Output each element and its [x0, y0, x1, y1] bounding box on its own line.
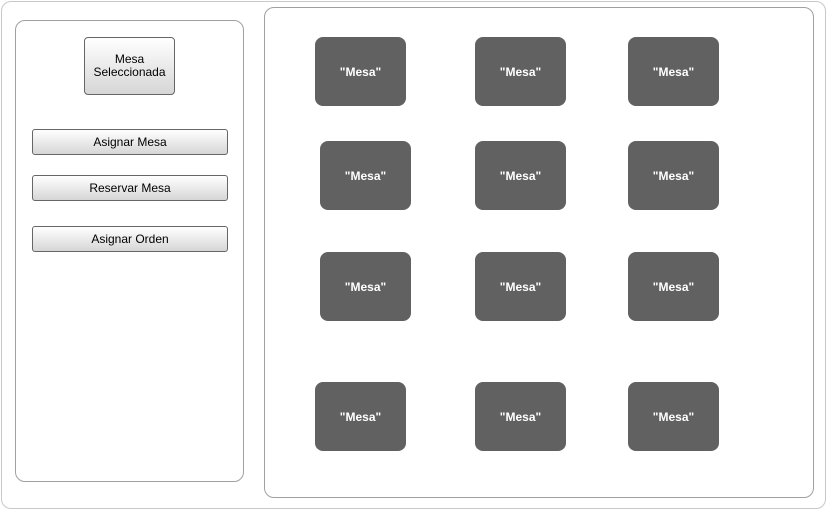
table-tile-label: "Mesa"	[499, 279, 542, 294]
assign-table-button-label: Asignar Mesa	[93, 135, 167, 149]
table-tile-label: "Mesa"	[344, 279, 387, 294]
table-tile-label: "Mesa"	[652, 64, 695, 79]
assign-table-button[interactable]: Asignar Mesa	[32, 129, 228, 155]
table-tile[interactable]: "Mesa"	[628, 37, 719, 106]
table-tile-label: "Mesa"	[499, 168, 542, 183]
reserve-table-button[interactable]: Reservar Mesa	[32, 175, 228, 201]
table-tile[interactable]: "Mesa"	[315, 37, 406, 106]
table-tile[interactable]: "Mesa"	[475, 382, 566, 451]
table-tile-label: "Mesa"	[652, 279, 695, 294]
table-tile-label: "Mesa"	[339, 409, 382, 424]
table-tile[interactable]: "Mesa"	[628, 382, 719, 451]
table-tile-label: "Mesa"	[652, 168, 695, 183]
table-tile-label: "Mesa"	[344, 168, 387, 183]
table-tile[interactable]: "Mesa"	[628, 141, 719, 210]
table-tile-label: "Mesa"	[499, 64, 542, 79]
reserve-table-button-label: Reservar Mesa	[89, 181, 171, 195]
table-tile[interactable]: "Mesa"	[320, 141, 411, 210]
table-tile-label: "Mesa"	[339, 64, 382, 79]
table-tile[interactable]: "Mesa"	[475, 141, 566, 210]
table-tile[interactable]: "Mesa"	[475, 252, 566, 321]
table-tile[interactable]: "Mesa"	[320, 252, 411, 321]
table-tile-label: "Mesa"	[652, 409, 695, 424]
selected-table-label: Mesa Seleccionada	[93, 52, 166, 79]
table-tile-label: "Mesa"	[499, 409, 542, 424]
table-tile[interactable]: "Mesa"	[315, 382, 406, 451]
assign-order-button-label: Asignar Orden	[91, 232, 169, 246]
selected-table-display: Mesa Seleccionada	[84, 37, 175, 95]
table-tile[interactable]: "Mesa"	[475, 37, 566, 106]
assign-order-button[interactable]: Asignar Orden	[32, 226, 228, 252]
table-tile[interactable]: "Mesa"	[628, 252, 719, 321]
